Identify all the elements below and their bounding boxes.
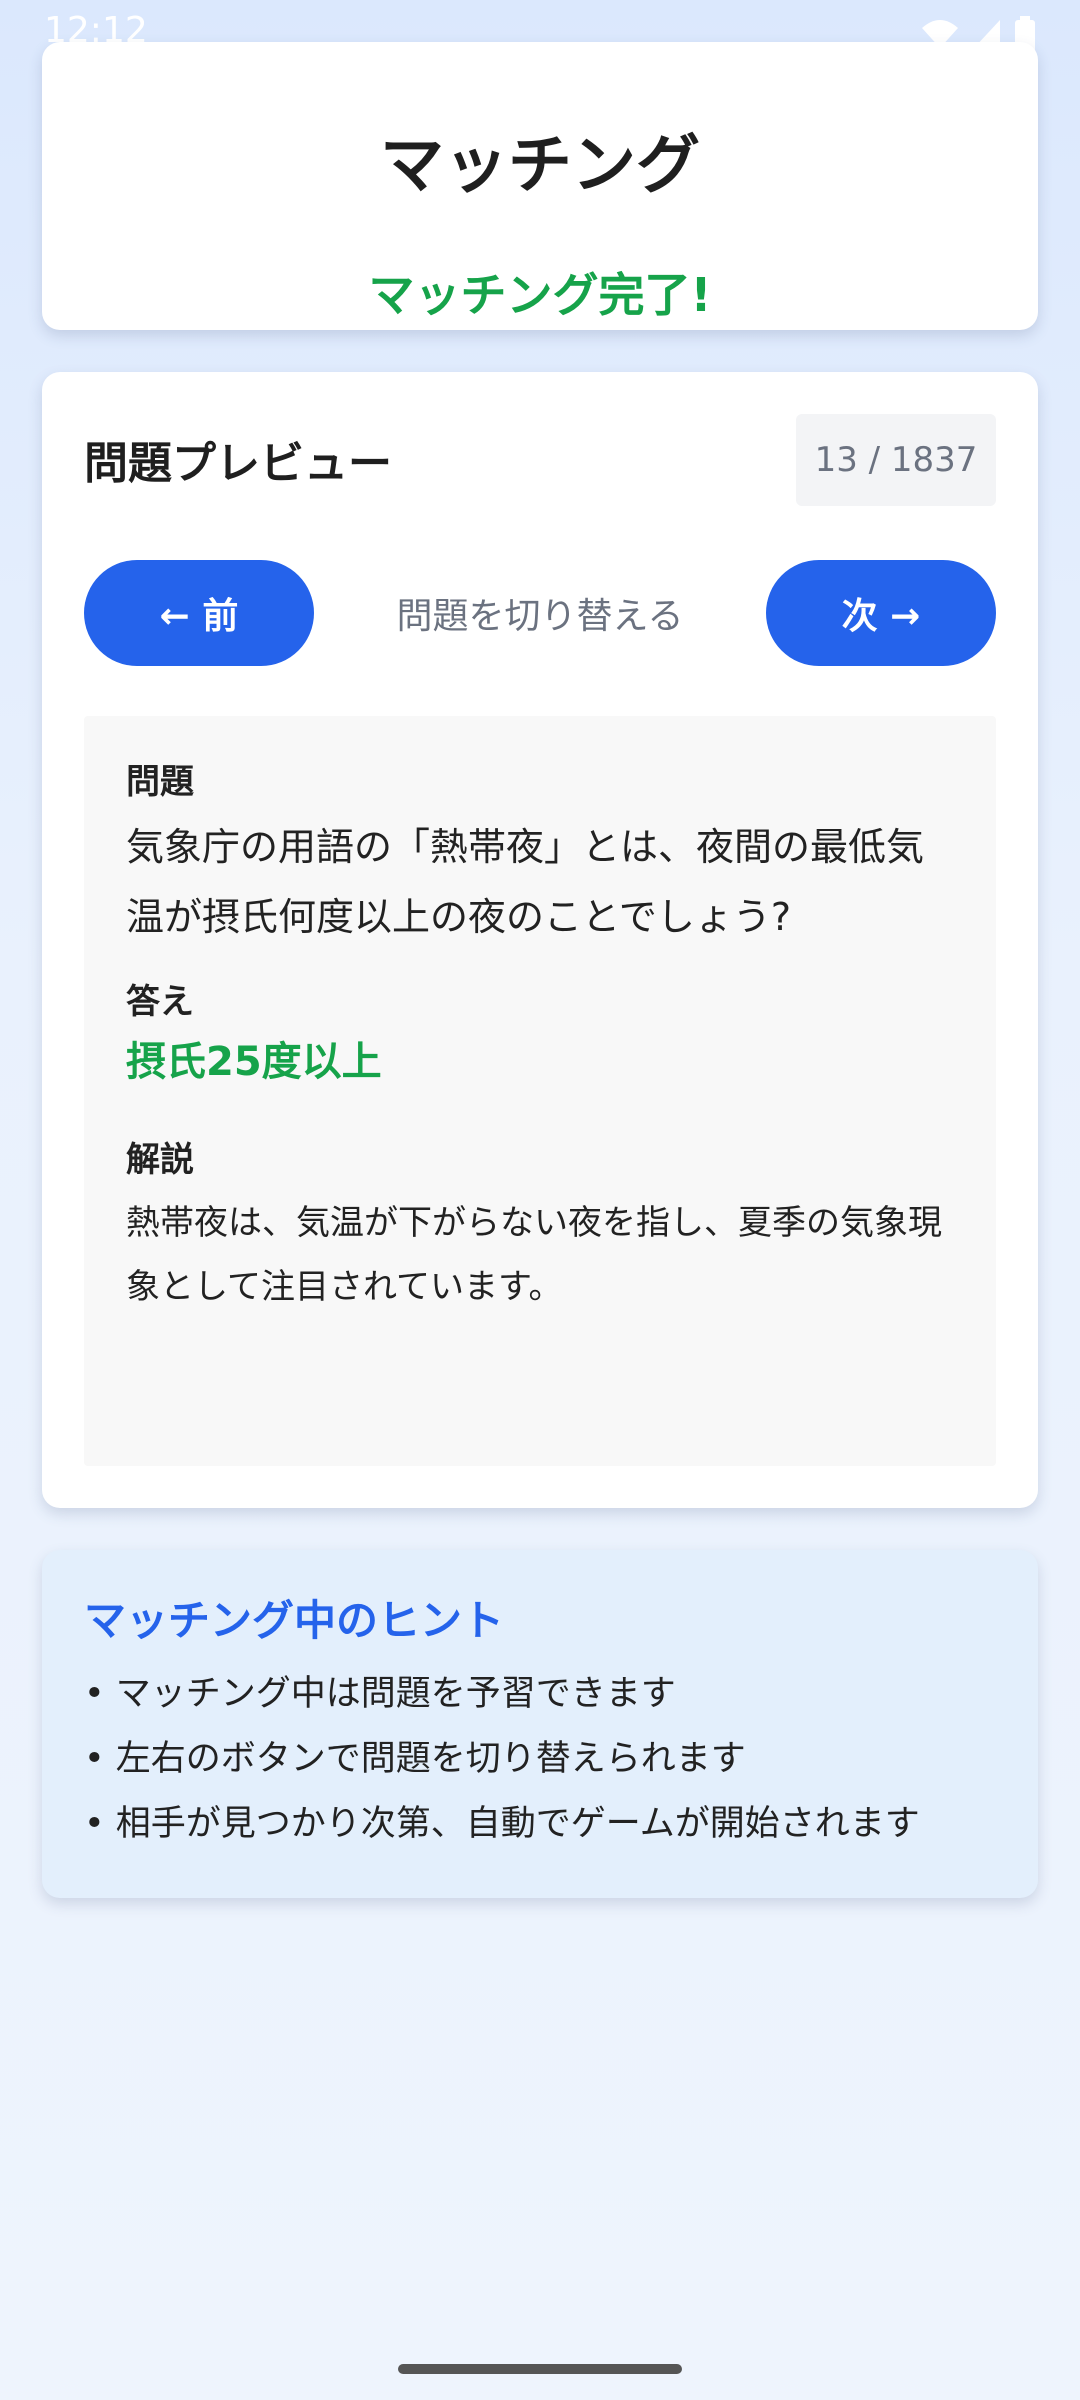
question-label: 問題	[126, 762, 194, 802]
hint-item: • 相手が見つかり次第、自動でゲームが開始されます	[84, 1804, 920, 1845]
home-indicator[interactable]	[398, 2364, 682, 2374]
question-counter: 13 / 1837	[796, 414, 996, 506]
hints-title: マッチング中のヒント	[84, 1596, 505, 1645]
answer-text: 摂氏25度以上	[126, 1039, 382, 1086]
answer-label: 答え	[126, 982, 194, 1023]
preview-title: 問題プレビュー	[84, 438, 392, 489]
matching-header-card: マッチング マッチング完了!	[42, 42, 1038, 330]
next-question-button[interactable]: 次 →	[766, 560, 996, 666]
explanation-label: 解説	[126, 1140, 194, 1181]
matching-hints-card: マッチング中のヒント • マッチング中は問題を予習できます • 左右のボタンで問…	[42, 1550, 1038, 1898]
question-preview-card: 問題プレビュー 13 / 1837 問題を切り替える ← 前 次 → 問題 気象…	[42, 372, 1038, 1508]
question-detail-panel: 問題 気象庁の用語の「熱帯夜」とは、夜間の最低気温が摂氏何度以上の夜のことでしょ…	[84, 716, 996, 1466]
explanation-text: 熱帯夜は、気温が下がらない夜を指し、夏季の気象現象として注目されています。	[126, 1202, 942, 1307]
prev-question-button[interactable]: ← 前	[84, 560, 314, 666]
question-nav: 問題を切り替える ← 前 次 →	[84, 560, 996, 666]
hint-item: • マッチング中は問題を予習できます	[84, 1674, 676, 1715]
matching-status: マッチング完了!	[368, 268, 712, 322]
page-title: マッチング	[380, 129, 700, 203]
hint-item: • 左右のボタンで問題を切り替えられます	[84, 1739, 746, 1780]
question-text: 気象庁の用語の「熱帯夜」とは、夜間の最低気温が摂氏何度以上の夜のことでしょう?	[126, 825, 925, 940]
